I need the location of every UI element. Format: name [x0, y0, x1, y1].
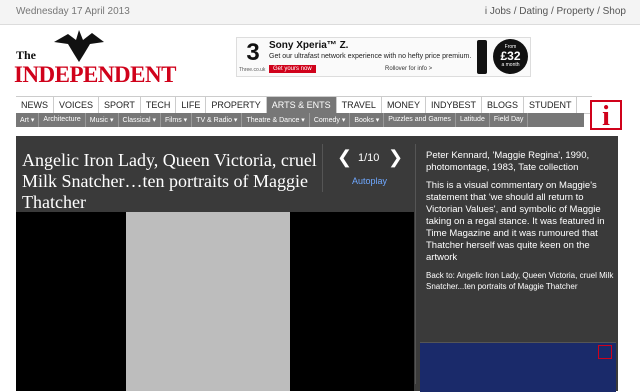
caption-body: This is a visual commentary on Maggie's …	[426, 180, 605, 263]
advert-subline: Get our ultrafast network experience wit…	[269, 53, 472, 60]
subnav-item-classical[interactable]: Classical ▾	[119, 113, 161, 127]
subnav-item-puzzles-games[interactable]: Puzzles and Games	[384, 113, 456, 127]
nav-item-blogs[interactable]: BLOGS	[482, 97, 524, 113]
subnav-item-latitude[interactable]: Latitude	[456, 113, 490, 127]
price-period: a month	[501, 62, 520, 68]
nav-item-news[interactable]: NEWS	[16, 97, 54, 113]
phone-image-icon	[477, 40, 487, 74]
back-to-article-link[interactable]: Back to: Angelic Iron Lady, Queen Victor…	[426, 270, 616, 292]
nav-item-tech[interactable]: TECH	[141, 97, 177, 113]
nav-item-voices[interactable]: VOICES	[54, 97, 100, 113]
nav-item-indybest[interactable]: INDYBEST	[426, 97, 482, 113]
advert-banner[interactable]: 3 Three.co.uk Sony Xperia™ Z. Get our ul…	[236, 37, 531, 77]
nav-item-life[interactable]: LIFE	[176, 97, 207, 113]
current-date: Wednesday 17 April 2013	[16, 6, 130, 17]
advert-rollover-link[interactable]: Rollover for info >	[385, 66, 432, 72]
main-nav: NEWS VOICES SPORT TECH LIFE PROPERTY ART…	[16, 96, 592, 114]
three-logo-icon: 3	[246, 39, 260, 66]
site-logo[interactable]: The INDEPENDENT	[14, 28, 176, 88]
eagle-logo-icon	[54, 30, 104, 62]
thumbnail-badge-icon	[598, 345, 612, 359]
subnav-item-architecture[interactable]: Architecture	[39, 113, 86, 127]
subnav-item-theatre-dance[interactable]: Theatre & Dance ▾	[242, 113, 310, 127]
advert-price-badge: From £32 a month	[493, 39, 528, 74]
portrait-image	[126, 212, 290, 391]
subnav-item-comedy[interactable]: Comedy ▾	[310, 113, 351, 127]
title-divider	[322, 144, 323, 192]
slide-counter: 1/10	[358, 152, 380, 164]
gallery-panel: Angelic Iron Lady, Queen Victoria, cruel…	[16, 136, 618, 392]
nav-item-sport[interactable]: SPORT	[99, 97, 141, 113]
subnav-item-art[interactable]: Art ▾	[16, 113, 40, 127]
caption-divider	[415, 144, 416, 384]
caption-credit: Peter Kennard, 'Maggie Regina', 1990, ph…	[426, 150, 590, 173]
top-utility-bar: Wednesday 17 April 2013 i Jobs / Dating …	[0, 0, 640, 25]
sub-nav: Art ▾ Architecture Music ▾ Classical ▾ F…	[16, 113, 584, 127]
gallery-title: Angelic Iron Lady, Queen Victoria, cruel…	[22, 150, 317, 212]
previous-arrow-icon[interactable]: ❮	[337, 147, 352, 168]
subnav-item-films[interactable]: Films ▾	[161, 113, 193, 127]
nav-item-arts-ents[interactable]: ARTS & ENTS	[266, 97, 337, 113]
slide-caption: Peter Kennard, 'Maggie Regina', 1990, ph…	[426, 150, 614, 270]
logo-name: INDEPENDENT	[14, 62, 176, 87]
nav-item-student[interactable]: STUDENT	[524, 97, 578, 113]
subnav-item-books[interactable]: Books ▾	[350, 113, 385, 127]
autoplay-link[interactable]: Autoplay	[352, 176, 387, 186]
nav-item-money[interactable]: MONEY	[382, 97, 426, 113]
logo-the: The	[16, 48, 37, 62]
subnav-item-music[interactable]: Music ▾	[86, 113, 119, 127]
slide-photo[interactable]	[16, 212, 414, 391]
nav-item-property[interactable]: PROPERTY	[206, 97, 267, 113]
next-arrow-icon[interactable]: ❯	[388, 147, 403, 168]
utility-links[interactable]: i Jobs / Dating / Property / Shop	[485, 6, 626, 17]
price-amount: £32	[500, 49, 521, 63]
related-video-thumbnail[interactable]	[420, 342, 616, 392]
advert-brand-url: Three.co.uk	[239, 67, 266, 73]
subnav-item-tv-radio[interactable]: TV & Radio ▾	[192, 113, 243, 127]
advert-cta-button[interactable]: Get yours now	[269, 65, 316, 73]
advert-headline: Sony Xperia™ Z.	[269, 40, 349, 51]
info-icon[interactable]: i	[590, 100, 622, 132]
subnav-item-field-day[interactable]: Field Day	[490, 113, 529, 127]
nav-item-travel[interactable]: TRAVEL	[337, 97, 382, 113]
